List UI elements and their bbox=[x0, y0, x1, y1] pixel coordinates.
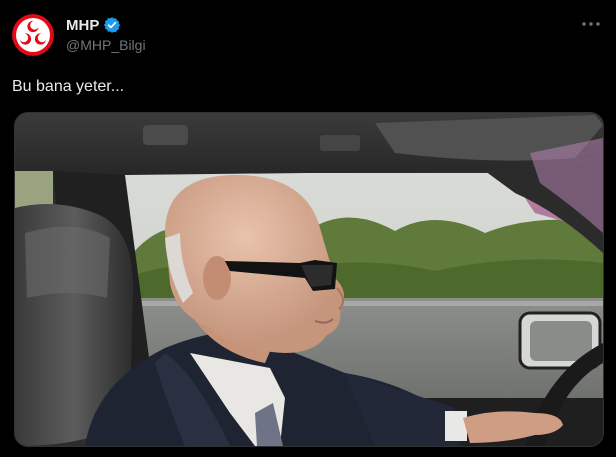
mhp-logo-icon bbox=[12, 14, 54, 56]
verified-badge-icon bbox=[103, 16, 121, 34]
author-name-row[interactable]: MHP bbox=[66, 14, 121, 36]
tweet-text: Bu bana yeter... bbox=[12, 78, 125, 95]
display-name[interactable]: MHP bbox=[66, 17, 99, 34]
tweet-card: MHP @MHP_Bilgi Bu bana yeter... bbox=[0, 0, 616, 457]
car-interior-photo bbox=[15, 113, 603, 446]
avatar[interactable] bbox=[12, 14, 54, 56]
author-handle[interactable]: @MHP_Bilgi bbox=[66, 37, 146, 53]
more-options-icon[interactable] bbox=[580, 14, 602, 34]
tweet-media-photo[interactable] bbox=[14, 112, 604, 447]
